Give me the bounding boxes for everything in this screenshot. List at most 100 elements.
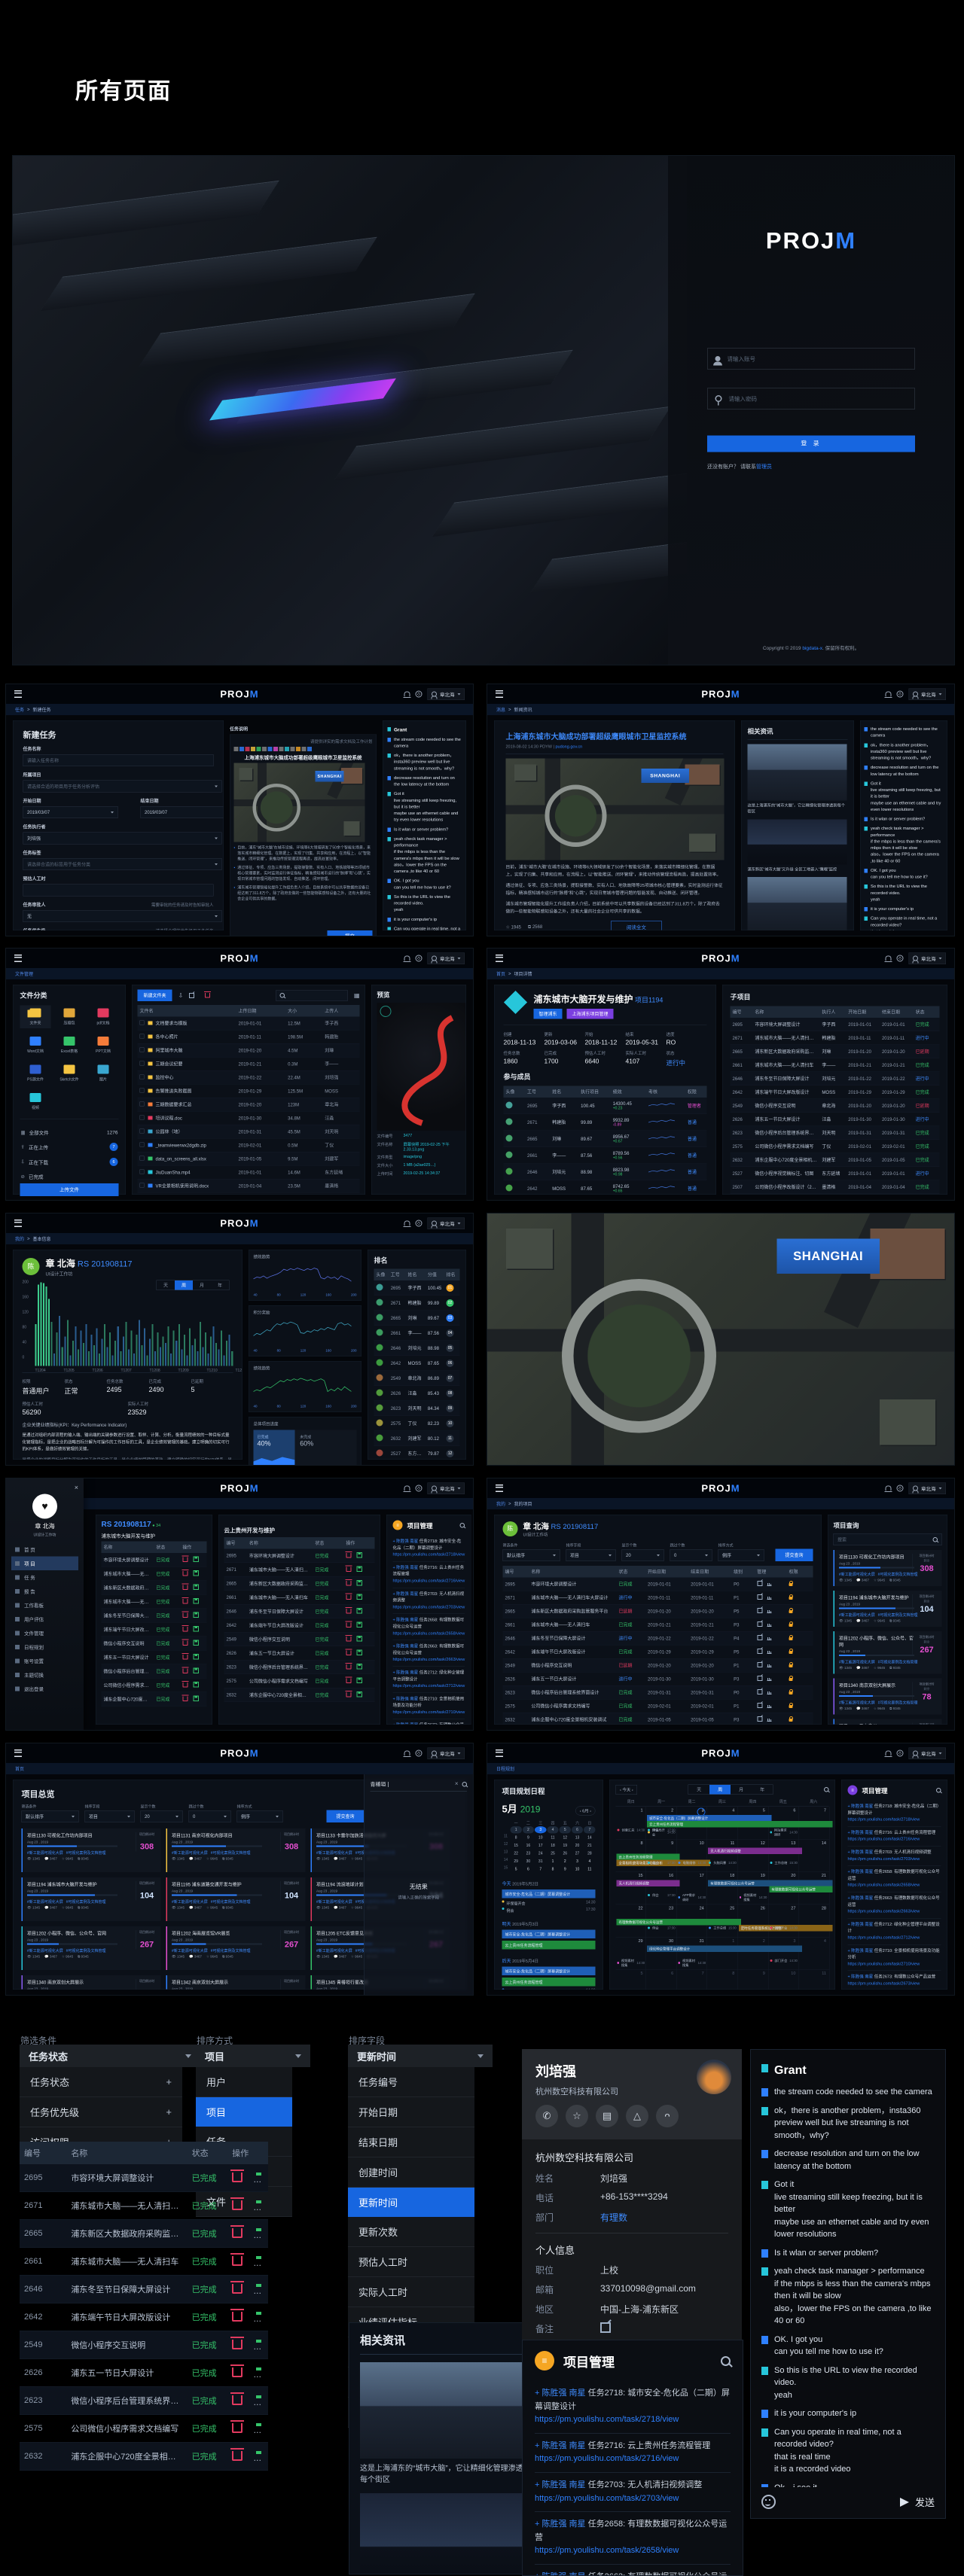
delete-icon[interactable]	[182, 1625, 189, 1632]
calendar-event-item[interactable]: 创意汇总 14:30	[617, 1828, 645, 1832]
pm-task-item[interactable]: + 陈胜强 南星 任务2710: 全景相机使用场景及功能分析 https://pm…	[392, 1693, 465, 1719]
task-link[interactable]: https://pm.youlishu.com/task/2658/view	[535, 2544, 731, 2558]
select-input[interactable]: 请选择合适的标签用于任务分类	[23, 858, 222, 870]
mini-day[interactable]: 1	[510, 1826, 522, 1834]
category-ppt[interactable]: PPT文档	[88, 1034, 119, 1057]
calendar-event-item[interactable]: 例会 17:30	[648, 1893, 676, 1898]
menu2-dropdown[interactable]: 项目	[196, 2045, 310, 2067]
gear-icon[interactable]	[415, 1749, 423, 1757]
edit-icon[interactable]	[757, 1635, 763, 1640]
project-card[interactable]: 项目1130 可视化工作坊内部项目 Aug 23 , 2019 #新工能源可视化大屏…	[833, 1550, 942, 1586]
select-input[interactable]: 项目	[566, 1549, 616, 1561]
report-icon[interactable]	[767, 1595, 772, 1600]
edit-icon[interactable]	[757, 1608, 763, 1613]
mini-day[interactable]: 5	[511, 1866, 522, 1874]
report-icon[interactable]	[767, 1704, 772, 1708]
project-card[interactable]: 项目1342 南京双创大屏展示Aug 23 , 2019#新工能源可视化大屏#可…	[166, 1975, 306, 1990]
bell-icon[interactable]	[403, 955, 411, 962]
task-link[interactable]: https://pm.youlishu.com/task/2703/view	[535, 2492, 731, 2506]
toolbar-icon[interactable]	[285, 747, 289, 751]
drawer-item-8[interactable]: 账号设置	[11, 1654, 78, 1668]
edit-icon[interactable]	[757, 1581, 763, 1586]
toolbar-icon[interactable]	[267, 747, 273, 751]
project-search-input[interactable]: 搜索	[833, 1533, 942, 1545]
mini-day[interactable]: 12	[560, 1835, 571, 1842]
mini-day[interactable]: 24	[535, 1850, 546, 1858]
mini-day[interactable]: 30	[523, 1858, 534, 1865]
project-card[interactable]: 项目1202 小程序、微信、公众号、官网 Aug 23 , 2019 #新工能源可视…	[21, 1926, 161, 1970]
toolbar-icon[interactable]	[245, 747, 250, 751]
select-input[interactable]: 2019/03/07	[140, 806, 224, 818]
task-link[interactable]: https://pm.youlishu.com/task/2712/view	[393, 1683, 465, 1690]
pm-task-item[interactable]: + 陈胜强 南星 任务2712: 绿化种企管理平台调整设计 https://pm.…	[847, 1918, 941, 1945]
pm-task-item[interactable]: + 陈胜强 南星 任务2716: 云上贵州任务流程管理 https://pm.yo…	[535, 2434, 731, 2473]
delete-icon[interactable]	[230, 2309, 245, 2322]
search-icon[interactable]	[823, 1787, 829, 1792]
project-card[interactable]: 项目1131 南京可视化内部项目 Aug 23 , 2019 #新工能源可视化大屏 #…	[166, 1828, 306, 1872]
select-input[interactable]: 刘培强	[23, 832, 222, 845]
drawer-item-0[interactable]: 首 页	[11, 1542, 78, 1557]
new-folder-button[interactable]: 新建文件夹	[137, 989, 172, 1001]
calendar-event-bar[interactable]: 无人机清扫视频调整	[708, 1847, 802, 1854]
task-link[interactable]: https://pm.youlishu.com/task/2703/view	[848, 1856, 941, 1862]
row-checkbox[interactable]	[139, 1115, 145, 1120]
delete-icon[interactable]	[345, 1621, 352, 1628]
mini-day[interactable]: 21	[584, 1842, 595, 1850]
gear-icon[interactable]	[415, 690, 423, 698]
delete-icon[interactable]	[182, 1694, 189, 1701]
drawer-item-10[interactable]: 退出登录	[11, 1682, 78, 1696]
delete-icon[interactable]	[230, 2392, 245, 2405]
save-icon[interactable]	[356, 1649, 362, 1655]
report-icon[interactable]	[767, 1663, 772, 1667]
bell-icon[interactable]	[884, 1485, 892, 1492]
edit-icon[interactable]	[757, 1689, 763, 1694]
delete-icon[interactable]	[182, 1639, 189, 1646]
search-icon[interactable]	[721, 2355, 731, 2366]
row-checkbox[interactable]	[139, 1101, 145, 1107]
mini-day[interactable]: 22	[511, 1850, 522, 1858]
row-checkbox[interactable]	[139, 1142, 145, 1147]
edit-icon[interactable]	[757, 1703, 763, 1708]
delete-icon[interactable]	[182, 1570, 189, 1576]
related-item[interactable]: 这是上海浦东的“城市大脑”，它让精细化管理渗透到每个街区	[360, 2362, 532, 2486]
select-input[interactable]: 2019/03/07	[23, 806, 118, 818]
save-icon[interactable]	[356, 1677, 362, 1683]
account-input[interactable]: 请输入账号	[707, 348, 915, 370]
menu-item[interactable]: 任务编号	[348, 2067, 474, 2097]
user-menu[interactable]: 章北海	[908, 688, 946, 700]
delete-icon[interactable]	[345, 1565, 352, 1572]
menu-item[interactable]: 任务优先级 +	[20, 2097, 182, 2127]
lock-icon[interactable]	[789, 1688, 794, 1694]
mini-day[interactable]: 4	[547, 1826, 559, 1834]
pm-task-item[interactable]: + 陈胜强 南星 任务2703: 无人机清扫视频调整 https://pm.you…	[535, 2473, 731, 2513]
mini-day[interactable]: 31	[535, 1858, 546, 1865]
toolbar-icon[interactable]	[262, 747, 267, 751]
delete-icon[interactable]	[182, 1681, 189, 1688]
mini-day[interactable]: 7	[535, 1866, 546, 1874]
mini-day[interactable]: 25	[547, 1850, 558, 1858]
menu-item[interactable]: 用户	[196, 2067, 292, 2097]
hours-input[interactable]	[23, 884, 214, 897]
file-search-input[interactable]	[275, 990, 348, 1001]
file-stat-3[interactable]: ⊘ 已完成	[20, 1170, 119, 1184]
person-icon[interactable]: ᴖ	[656, 2105, 679, 2127]
report-icon[interactable]	[767, 1609, 772, 1613]
calendar-event-item[interactable]: 例会 17:30	[648, 1926, 676, 1930]
mini-day[interactable]: 17	[535, 1842, 546, 1850]
tab-天[interactable]: 天	[157, 1280, 175, 1290]
edit-icon[interactable]	[757, 1649, 763, 1654]
report-icon[interactable]	[767, 1582, 772, 1586]
select-input[interactable]: 0	[670, 1549, 712, 1561]
download-icon[interactable]: ⇩	[178, 991, 184, 999]
admin-link[interactable]: 管理员	[756, 464, 772, 470]
save-icon[interactable]	[356, 1552, 362, 1558]
user-menu[interactable]: 章北海	[908, 952, 946, 964]
mini-day[interactable]: 2	[522, 1826, 535, 1834]
menu-item[interactable]: 更新次数	[348, 2217, 474, 2247]
mini-day[interactable]: 13	[572, 1835, 583, 1842]
drawer-item-9[interactable]: 主题切换	[11, 1668, 78, 1682]
task-link[interactable]: https://pm.youlishu.com/task/2716/view	[848, 1836, 941, 1843]
report-icon[interactable]	[767, 1717, 772, 1722]
close-icon[interactable]: ×	[11, 1484, 78, 1492]
lock-icon[interactable]	[789, 1594, 794, 1600]
